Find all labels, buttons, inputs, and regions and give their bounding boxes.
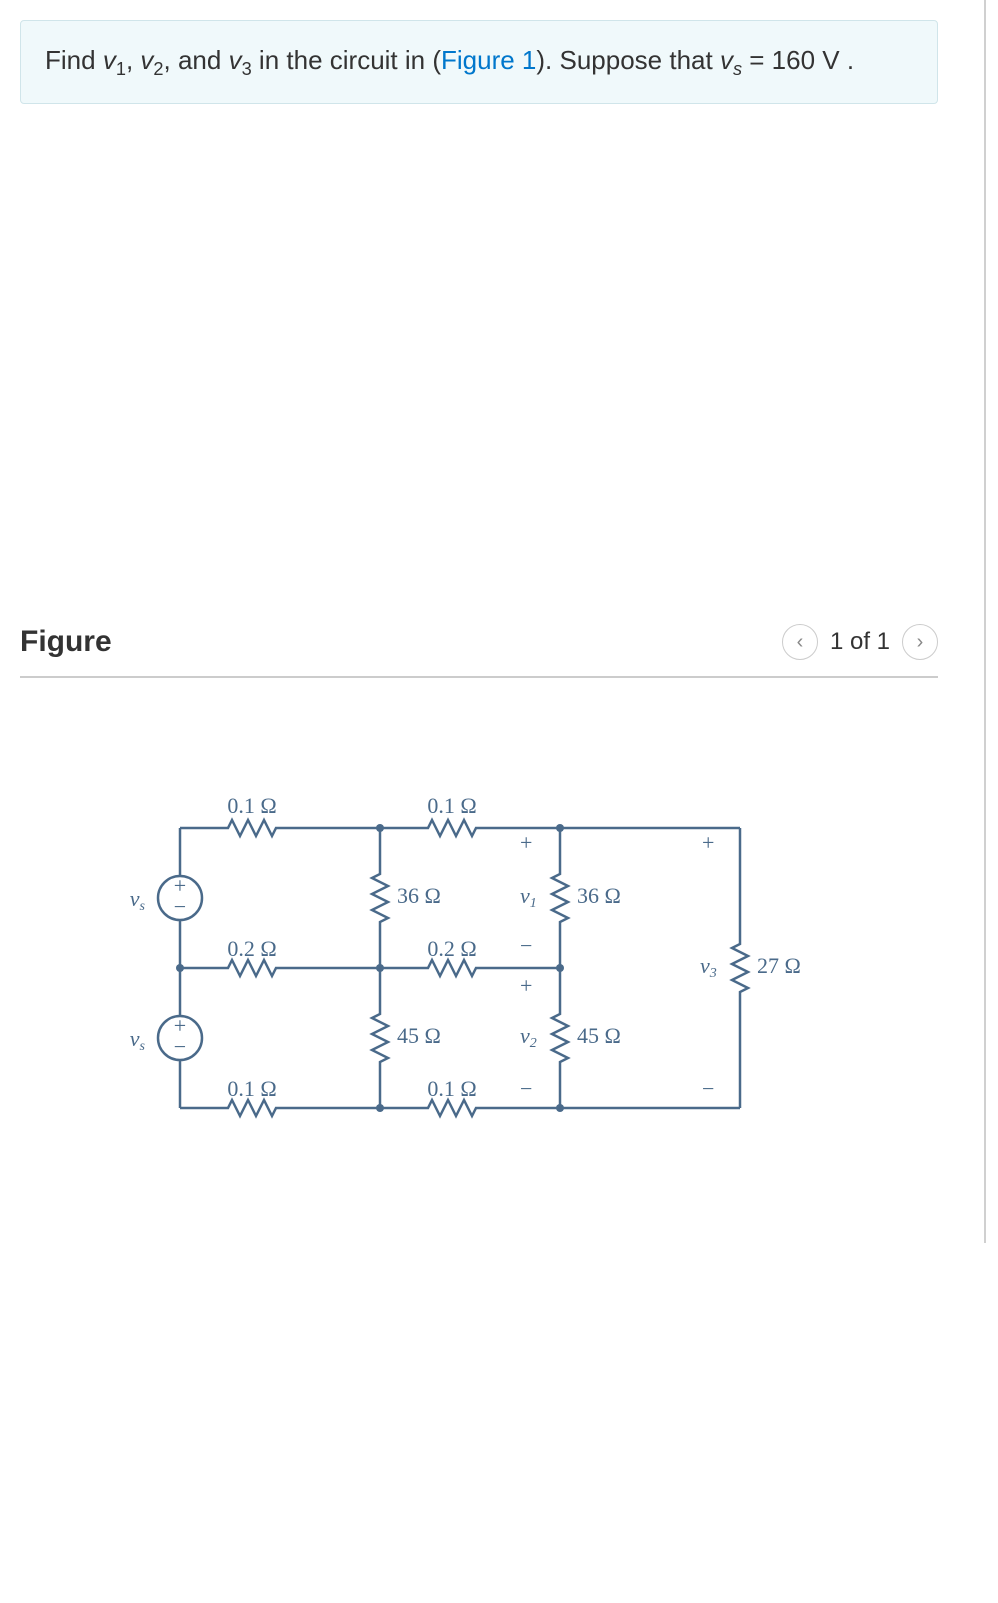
resistor-36-left [372, 866, 388, 930]
label-v1: v1 [520, 883, 537, 911]
resistor-mid-2 [420, 960, 484, 976]
prev-button[interactable]: ‹ [782, 624, 818, 660]
resistor-36-right [552, 866, 568, 930]
figure-navigation: ‹ 1 of 1 › [782, 624, 938, 660]
v1-plus: + [520, 830, 532, 855]
resistor-45-right [552, 1006, 568, 1070]
next-button[interactable]: › [902, 624, 938, 660]
figure-title: Figure [20, 625, 112, 659]
resistor-mid-1 [220, 960, 284, 976]
voltage-source-bot [158, 1013, 202, 1060]
voltage-source-top [158, 873, 202, 920]
chevron-right-icon: › [917, 631, 924, 654]
v3-plus: + [702, 830, 714, 855]
label-v2: v2 [520, 1023, 537, 1051]
label-r-45-left: 45 Ω [397, 1023, 441, 1048]
label-r-27: 27 Ω [757, 953, 800, 978]
resistor-top-1 [220, 820, 284, 836]
label-r-middle1: 0.2 Ω [227, 936, 276, 961]
label-r-middle2: 0.2 Ω [427, 936, 476, 961]
resistor-27 [732, 936, 748, 1000]
label-r-bottom1: 0.1 Ω [227, 1076, 276, 1101]
label-r-top1: 0.1 Ω [227, 793, 276, 818]
label-vs1: vs [130, 886, 146, 914]
circuit-diagram: + − [20, 718, 978, 1223]
problem-text: Find v1, v2, and v3 in the circuit in (F… [45, 41, 913, 83]
resistor-45-left [372, 1006, 388, 1070]
resistor-top-2 [420, 820, 484, 836]
circuit-svg: + − [100, 778, 800, 1178]
problem-statement: Find v1, v2, and v3 in the circuit in (F… [20, 20, 938, 104]
label-r-45-right: 45 Ω [577, 1023, 621, 1048]
resistor-bot-2 [420, 1100, 484, 1116]
v2-minus: − [520, 1076, 532, 1101]
label-r-bottom2: 0.1 Ω [427, 1076, 476, 1101]
v3-minus: − [702, 1076, 714, 1101]
label-r-top2: 0.1 Ω [427, 793, 476, 818]
resistor-bot-1 [220, 1100, 284, 1116]
label-v3: v3 [700, 953, 717, 981]
label-r-36-right: 36 Ω [577, 883, 621, 908]
v1-minus: − [520, 933, 532, 958]
figure-header: Figure ‹ 1 of 1 › [20, 624, 938, 678]
figure-counter: 1 of 1 [830, 628, 890, 656]
label-r-36-left: 36 Ω [397, 883, 441, 908]
figure-link[interactable]: Figure 1 [441, 45, 536, 75]
chevron-left-icon: ‹ [797, 631, 804, 654]
label-vs2: vs [130, 1026, 146, 1054]
v2-plus: + [520, 973, 532, 998]
